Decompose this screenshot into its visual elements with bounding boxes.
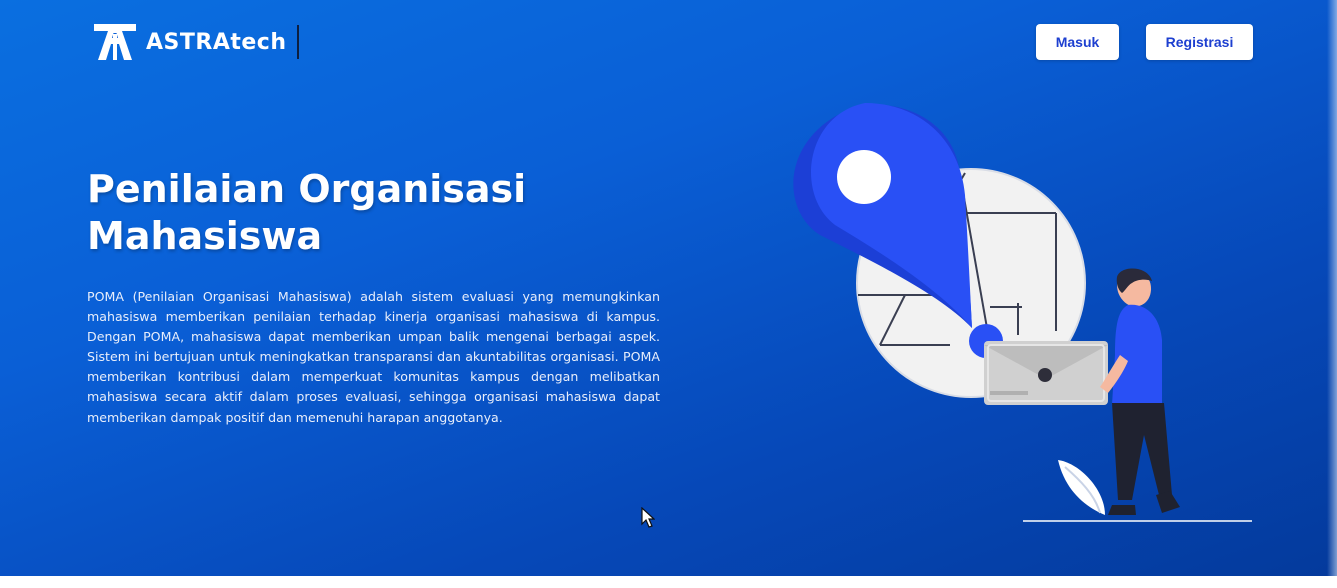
- login-button[interactable]: Masuk: [1036, 24, 1119, 60]
- page-bottom-edge: [0, 576, 1337, 588]
- hero-description: POMA (Penilaian Organisasi Mahasiswa) ad…: [87, 289, 660, 425]
- location-pin-illustration: [793, 103, 1252, 522]
- text-caret: [296, 25, 299, 59]
- page-title: Penilaian Organisasi Mahasiswa: [87, 166, 647, 260]
- page-title-line-2: Mahasiswa: [87, 214, 323, 258]
- hero-section: ASTRAtech Masuk Registrasi Penilaian Org…: [0, 0, 1337, 576]
- page-title-line-1: Penilaian Organisasi: [87, 167, 527, 211]
- astratech-logo-icon: [94, 24, 136, 60]
- brand-logo[interactable]: ASTRAtech: [92, 22, 299, 62]
- brand-name: ASTRAtech: [146, 29, 287, 55]
- register-button[interactable]: Registrasi: [1146, 24, 1253, 60]
- mouse-pointer-icon: [641, 507, 655, 528]
